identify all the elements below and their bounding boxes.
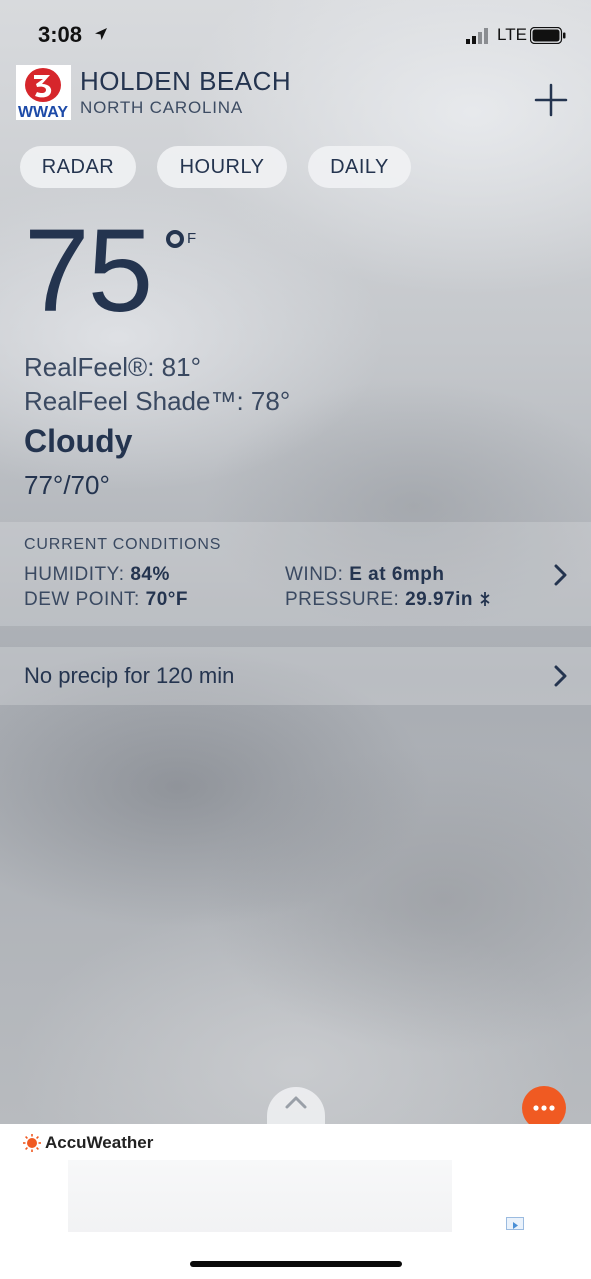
location-arrow-icon [95, 28, 107, 40]
humidity-label: HUMIDITY: [24, 564, 125, 585]
status-bar: 3:08 LTE [0, 0, 591, 70]
state-name: NORTH CAROLINA [80, 98, 243, 117]
realfeel: RealFeel®: 81° [24, 352, 201, 382]
chevron-right-icon[interactable] [553, 564, 569, 586]
current-temperature: 75 [24, 205, 153, 337]
tab-hourly[interactable]: HOURLY [157, 146, 287, 188]
network-type: LTE [497, 25, 527, 44]
wind-label: WIND: [285, 564, 344, 585]
current-conditions-title: CURRENT CONDITIONS [24, 536, 222, 553]
precip-text: No precip for 120 min [24, 663, 235, 688]
degree-symbol [166, 230, 184, 248]
pressure-steady-icon [480, 592, 490, 606]
humidity: HUMIDITY: 84% [24, 564, 170, 586]
humidity-value: 84% [130, 564, 170, 585]
expand-handle[interactable] [267, 1087, 325, 1125]
tab-daily[interactable]: DAILY [308, 146, 411, 188]
accuweather-sun-icon [23, 1134, 41, 1152]
wind: WIND: E at 6mph [285, 564, 445, 586]
pressure: PRESSURE: 29.97in [285, 589, 491, 611]
signal-icon [466, 28, 488, 44]
battery-icon [530, 27, 566, 44]
wway-logo-icon: WWAY [16, 65, 71, 121]
dew-point-value: 70°F [145, 589, 188, 610]
accuweather-brand: AccuWeather [45, 1133, 154, 1152]
tab-radar[interactable]: RADAR [20, 146, 136, 188]
chevron-up-icon [285, 1096, 307, 1109]
status-time: 3:08 [38, 22, 83, 47]
temperature-unit: F [187, 230, 197, 247]
logo-text: WWAY [18, 104, 68, 120]
hi-lo-temperature: 77°/70° [24, 470, 110, 500]
weather-condition: Cloudy [24, 423, 133, 459]
plus-icon[interactable] [533, 82, 569, 118]
station-logo[interactable]: WWAY [16, 65, 71, 121]
pressure-value: 29.97in [405, 589, 474, 610]
dew-point-label: DEW POINT: [24, 589, 140, 610]
realfeel-shade: RealFeel Shade™: 78° [24, 386, 291, 416]
pressure-label: PRESSURE: [285, 589, 400, 610]
ad-content[interactable] [68, 1160, 452, 1232]
dew-point: DEW POINT: 70°F [24, 589, 188, 611]
city-name[interactable]: HOLDEN BEACH [80, 66, 291, 97]
chevron-right-icon[interactable] [553, 665, 569, 687]
wind-value: E at 6mph [349, 564, 445, 585]
home-indicator[interactable] [190, 1261, 402, 1267]
adchoices-icon[interactable] [506, 1217, 524, 1230]
